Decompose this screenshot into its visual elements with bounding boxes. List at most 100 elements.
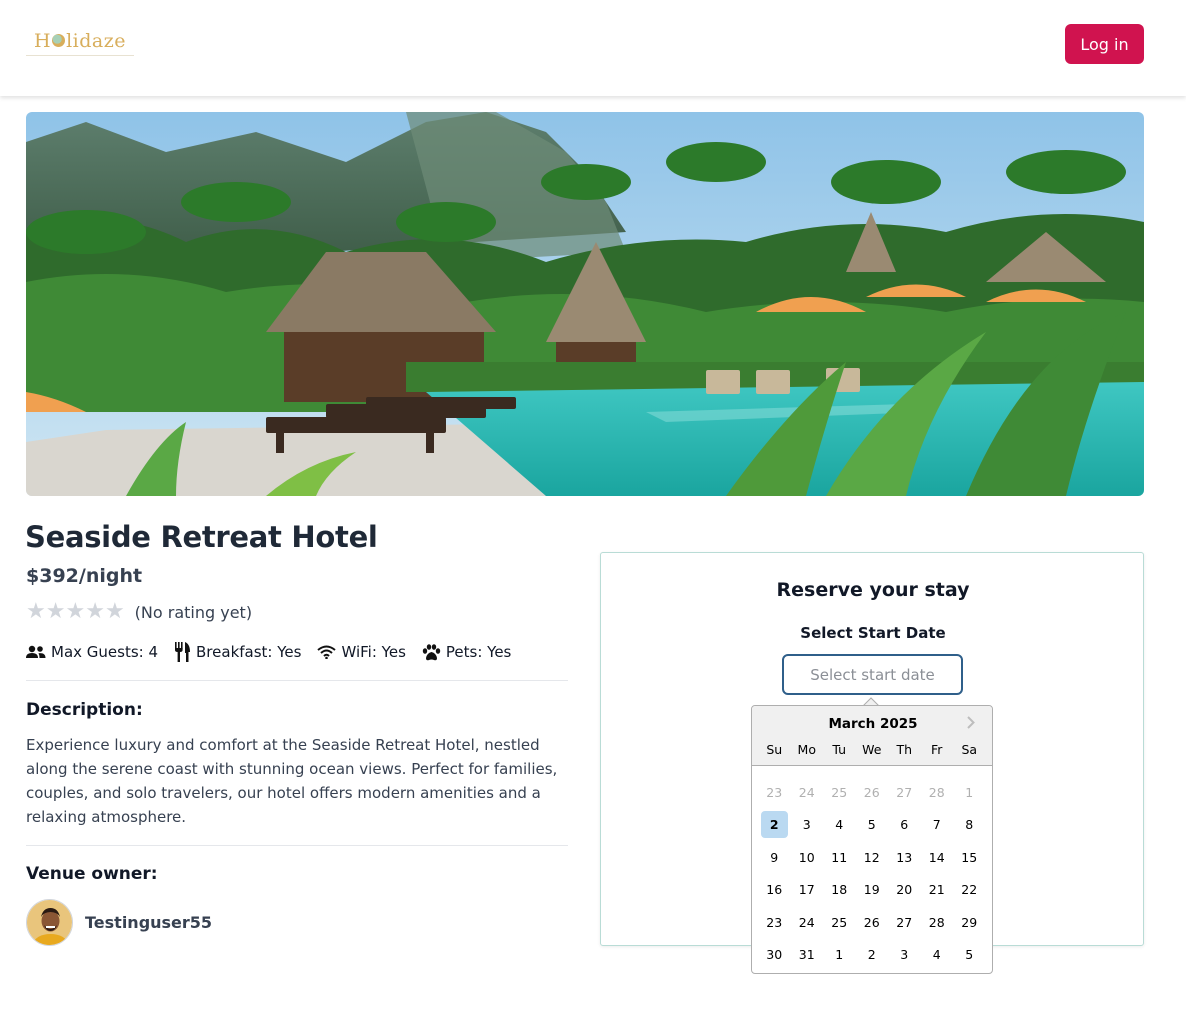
calendar-day[interactable]: 11 <box>823 844 856 871</box>
calendar-day[interactable]: 13 <box>888 844 921 871</box>
next-month-button[interactable] <box>964 714 978 730</box>
calendar-day[interactable]: 10 <box>791 844 824 871</box>
venue-price: $392/night <box>26 565 143 587</box>
calendar-week: 23 24 25 26 27 28 1 <box>758 776 988 809</box>
calendar-day[interactable]: 2 <box>856 941 889 968</box>
amenity-wifi: WiFi: Yes <box>317 643 406 661</box>
weekday-label: Fr <box>931 742 943 757</box>
owner-heading: Venue owner: <box>26 864 158 884</box>
weekday-label: Tu <box>832 742 847 757</box>
calendar-day[interactable]: 3 <box>791 811 824 838</box>
paw-icon <box>422 643 441 660</box>
owner-avatar-image <box>27 899 72 945</box>
calendar-week: 9 10 11 12 13 14 15 <box>758 841 988 874</box>
calendar-day[interactable]: 25 <box>823 909 856 936</box>
calendar-day[interactable]: 28 <box>921 779 954 806</box>
date-picker-popup: March 2025 Su Mo Tu We Th Fr Sa 23 24 25 26 27 28 1 2… <box>751 705 993 974</box>
calendar-day[interactable]: 27 <box>888 909 921 936</box>
chevron-right-icon <box>967 715 975 729</box>
calendar-day[interactable]: 1 <box>823 941 856 968</box>
calendar-day[interactable]: 26 <box>856 779 889 806</box>
weekday-label: We <box>862 742 882 757</box>
holidaze-logo[interactable]: Hlidaze <box>26 26 134 56</box>
calendar-week: 2345678 <box>758 809 988 842</box>
amenity-pets-label: Pets: Yes <box>445 643 512 661</box>
wifi-icon <box>317 645 337 659</box>
venue-description: Experience luxury and comfort at the Sea… <box>26 736 558 826</box>
calendar-day[interactable]: 1 <box>953 779 986 806</box>
calendar-day[interactable]: 26 <box>856 909 889 936</box>
calendar-day[interactable]: 20 <box>888 876 921 903</box>
description-heading: Description: <box>26 700 143 720</box>
calendar-day[interactable]: 29 <box>953 909 986 936</box>
calendar-day[interactable]: 8 <box>953 811 986 838</box>
calendar-day[interactable]: 4 <box>823 811 856 838</box>
calendar-day[interactable]: 6 <box>888 811 921 838</box>
calendar-day[interactable]: 31 <box>791 941 824 968</box>
calendar-day[interactable]: 17 <box>791 876 824 903</box>
calendar-day[interactable]: 27 <box>888 779 921 806</box>
venue-owner[interactable]: Testinguser55 <box>26 898 212 946</box>
avatar[interactable] <box>26 898 73 946</box>
calendar-header: March 2025 Su Mo Tu We Th Fr Sa <box>752 706 992 766</box>
calendar-week: 30 31 1 2 3 4 5 <box>758 939 988 972</box>
calendar-week: 23 24 25 26 27 28 29 <box>758 906 988 939</box>
site-header: Hlidaze Log in <box>0 0 1186 96</box>
venue-title: Seaside Retreat Hotel <box>25 520 378 554</box>
divider <box>26 680 568 681</box>
calendar-day[interactable]: 23 <box>758 909 791 936</box>
calendar-day[interactable]: 30 <box>758 941 791 968</box>
venue-hero-image <box>26 112 1144 496</box>
calendar-day[interactable]: 9 <box>758 844 791 871</box>
calendar-day[interactable]: 21 <box>921 876 954 903</box>
rating-text: (No rating yet) <box>134 602 253 622</box>
calendar-day[interactable]: 24 <box>791 779 824 806</box>
logo-wordmark: Hlidaze <box>34 30 126 52</box>
calendar-day[interactable]: 14 <box>921 844 954 871</box>
owner-name[interactable]: Testinguser55 <box>85 913 212 932</box>
star-icon: ★ <box>26 599 46 624</box>
star-icon: ★ <box>104 599 125 624</box>
amenity-max-guests-label: Max Guests: 4 <box>51 643 159 661</box>
calendar-day[interactable]: 18 <box>823 876 856 903</box>
star-icon: ★ <box>45 599 66 624</box>
logo-text-start: H <box>34 29 52 52</box>
calendar-day[interactable]: 23 <box>758 779 791 806</box>
calendar-day[interactable]: 24 <box>791 909 824 936</box>
weekday-label: Mo <box>797 742 816 757</box>
amenity-pets: Pets: Yes <box>422 643 511 661</box>
calendar-day[interactable]: 4 <box>921 941 954 968</box>
resort-pool-illustration <box>26 112 1144 496</box>
start-date-input[interactable] <box>782 654 963 695</box>
amenities-list: Max Guests: 4 Breakfast: Yes WiFi: Yes P… <box>26 640 527 664</box>
star-icon: ★ <box>85 599 105 624</box>
venue-rating: ★ ★ ★ ★ ★ (No rating yet) <box>26 601 252 623</box>
amenity-breakfast-label: Breakfast: Yes <box>196 643 302 661</box>
calendar-day[interactable]: 7 <box>921 811 954 838</box>
calendar-day[interactable]: 3 <box>888 941 921 968</box>
calendar-day[interactable]: 16 <box>758 876 791 903</box>
weekday-row: Su Mo Tu We Th Fr Sa <box>758 742 986 757</box>
logo-text-end: lidaze <box>66 29 126 52</box>
amenity-breakfast: Breakfast: Yes <box>174 642 301 662</box>
calendar-grid: 23 24 25 26 27 28 1 2 3 4 5 6 7 8 9 10 11 12 13 14 15 16 17 18 1… <box>758 776 988 971</box>
calendar-day[interactable]: 5 <box>856 811 889 838</box>
amenity-max-guests: Max Guests: 4 <box>26 643 158 661</box>
calendar-day[interactable]: 15 <box>953 844 986 871</box>
amenity-wifi-label: WiFi: Yes <box>341 643 406 661</box>
sun-icon <box>52 34 66 47</box>
calendar-day-selected[interactable]: 2 <box>760 811 788 839</box>
star-icon: ★ <box>65 599 86 624</box>
calendar-day[interactable]: 28 <box>921 909 954 936</box>
calendar-day[interactable]: 12 <box>856 844 889 871</box>
calendar-day[interactable]: 19 <box>856 876 889 903</box>
reservation-title: Reserve your stay <box>776 579 970 601</box>
login-button[interactable]: Log in <box>1065 24 1144 64</box>
divider <box>26 845 568 846</box>
weekday-label: Th <box>896 742 913 757</box>
calendar-day[interactable]: 22 <box>953 876 986 903</box>
calendar-day[interactable]: 5 <box>953 941 986 968</box>
users-icon <box>26 645 46 658</box>
calendar-day[interactable]: 25 <box>823 779 856 806</box>
calendar-week: 16 17 18 19 20 21 22 <box>758 874 988 907</box>
